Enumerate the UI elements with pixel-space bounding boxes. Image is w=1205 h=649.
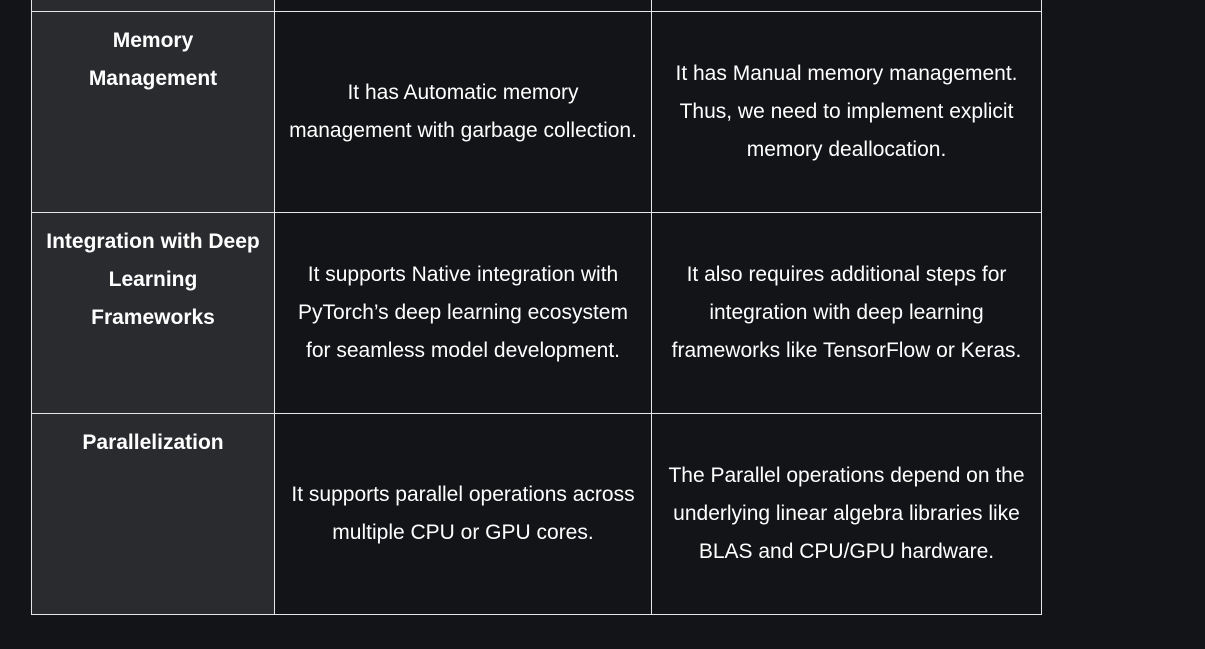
- comparison-table: Memory Management It has Automatic memor…: [31, 0, 1042, 615]
- table-row: Memory Management It has Automatic memor…: [31, 11, 1042, 213]
- feature-cell: Parallelization: [31, 413, 275, 615]
- table-row: Integration with Deep Learning Framework…: [31, 212, 1042, 414]
- column-a-cell: It supports parallel operations across m…: [274, 413, 652, 615]
- column-b-cell: It also requires additional steps for in…: [651, 212, 1042, 414]
- column-a-cell: It supports Native integration with PyTo…: [274, 212, 652, 414]
- page: Memory Management It has Automatic memor…: [0, 0, 1205, 649]
- feature-cell: Integration with Deep Learning Framework…: [31, 212, 275, 414]
- column-a-cell: [274, 0, 652, 12]
- feature-cell: [31, 0, 275, 12]
- column-a-cell: It has Automatic memory management with …: [274, 11, 652, 213]
- feature-cell: Memory Management: [31, 11, 275, 213]
- table-row: Parallelization It supports parallel ope…: [31, 413, 1042, 615]
- column-b-cell: It has Manual memory management. Thus, w…: [651, 11, 1042, 213]
- table-row: [31, 0, 1042, 12]
- column-b-cell: The Parallel operations depend on the un…: [651, 413, 1042, 615]
- column-b-cell: [651, 0, 1042, 12]
